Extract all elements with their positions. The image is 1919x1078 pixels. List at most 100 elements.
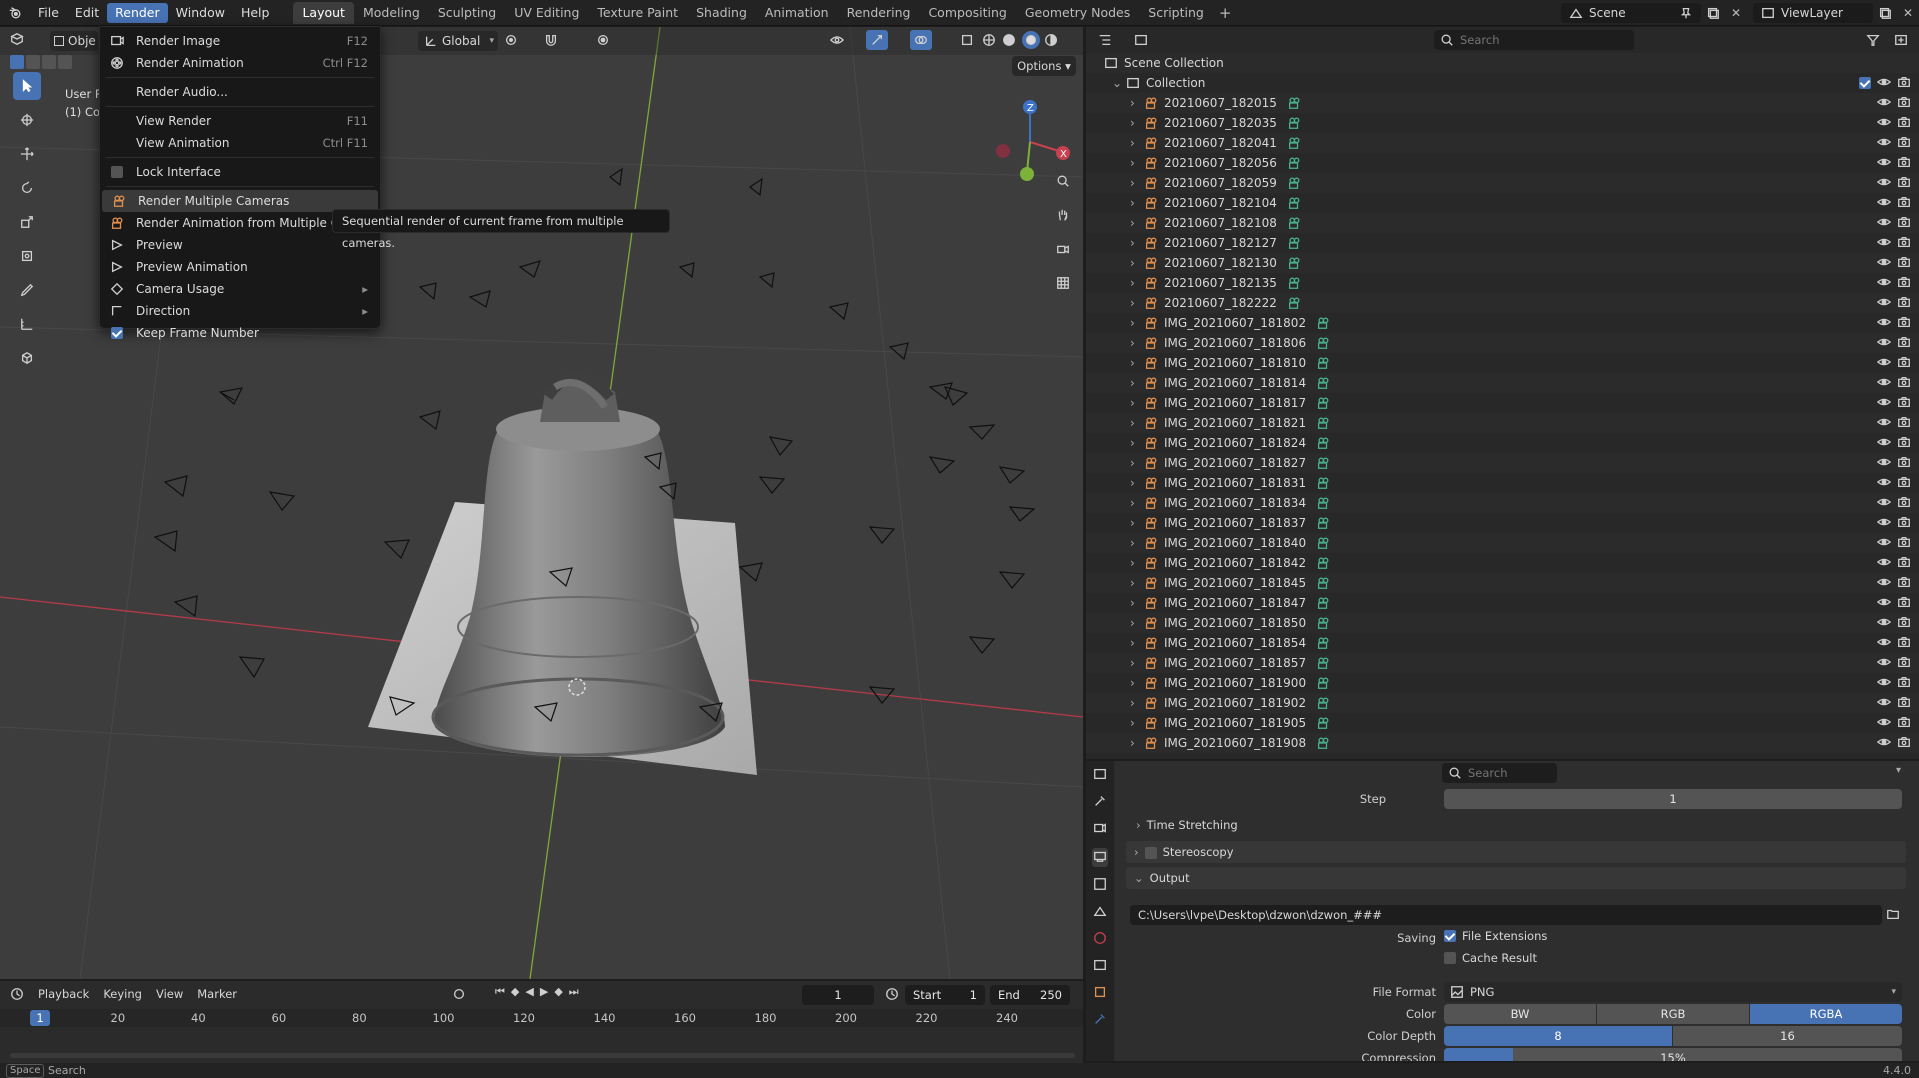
- visibility-eye-icon[interactable]: [1877, 215, 1891, 232]
- expand-arrow-icon[interactable]: ›: [1130, 156, 1144, 170]
- start-frame-field[interactable]: Start 1: [905, 985, 985, 1005]
- expand-arrow-icon[interactable]: ›: [1130, 616, 1144, 630]
- expand-arrow-icon[interactable]: ›: [1130, 636, 1144, 650]
- camera-data-icon[interactable]: [1287, 156, 1301, 170]
- outliner-object-row[interactable]: › IMG_20210607_181814: [1086, 373, 1919, 393]
- tab-animation[interactable]: Animation: [756, 2, 838, 24]
- time-stretching-panel[interactable]: › Time Stretching: [1136, 814, 1906, 836]
- outliner-object-row[interactable]: › IMG_20210607_181842: [1086, 553, 1919, 573]
- color-depth-16[interactable]: 16: [1673, 1026, 1902, 1046]
- camera-data-icon[interactable]: [1287, 216, 1301, 230]
- transform-tool[interactable]: [13, 242, 41, 270]
- visibility-eye-icon[interactable]: [1877, 515, 1891, 532]
- overlay-toggle-icon[interactable]: [910, 30, 932, 50]
- outliner-object-row[interactable]: › 20210607_182035: [1086, 113, 1919, 133]
- render-camera-icon[interactable]: [1897, 455, 1911, 472]
- render-camera-icon[interactable]: [1897, 695, 1911, 712]
- visibility-eye-icon[interactable]: [1877, 275, 1891, 292]
- compression-slider[interactable]: 15%: [1444, 1048, 1902, 1061]
- camera-data-icon[interactable]: [1316, 436, 1330, 450]
- shading-wireframe-icon[interactable]: [982, 33, 996, 50]
- outliner-object-row[interactable]: › 20210607_182130: [1086, 253, 1919, 273]
- outliner-object-row[interactable]: › 20210607_182108: [1086, 213, 1919, 233]
- expand-arrow-icon[interactable]: ›: [1130, 116, 1144, 130]
- camera-view-icon[interactable]: [1049, 235, 1077, 263]
- outliner-object-row[interactable]: › IMG_20210607_181847: [1086, 593, 1919, 613]
- shading-material-icon[interactable]: [1022, 31, 1040, 49]
- rotate-tool[interactable]: [13, 174, 41, 202]
- visibility-eye-icon[interactable]: [1877, 95, 1891, 112]
- camera-data-icon[interactable]: [1316, 676, 1330, 690]
- camera-data-icon[interactable]: [1316, 696, 1330, 710]
- camera-data-icon[interactable]: [1316, 516, 1330, 530]
- expand-arrow-icon[interactable]: ›: [1130, 556, 1144, 570]
- render-camera-icon[interactable]: [1897, 115, 1911, 132]
- camera-data-icon[interactable]: [1287, 296, 1301, 310]
- render-camera-icon[interactable]: [1897, 75, 1911, 92]
- outliner-object-row[interactable]: › IMG_20210607_181905: [1086, 713, 1919, 733]
- menu-help[interactable]: Help: [233, 3, 278, 23]
- outliner-object-row[interactable]: › IMG_20210607_181854: [1086, 633, 1919, 653]
- copy-scene-icon[interactable]: [1701, 6, 1725, 20]
- outliner-object-row[interactable]: › 20210607_182135: [1086, 273, 1919, 293]
- expand-arrow-icon[interactable]: ›: [1130, 716, 1144, 730]
- add-workspace-icon[interactable]: +: [1213, 4, 1238, 22]
- render-camera-icon[interactable]: [1897, 175, 1911, 192]
- expand-arrow-icon[interactable]: ›: [1130, 436, 1144, 450]
- expand-arrow-icon[interactable]: ›: [1130, 256, 1144, 270]
- folder-browse-icon[interactable]: [1886, 907, 1900, 924]
- menu-preview[interactable]: Preview: [100, 234, 380, 256]
- remove-viewlayer-icon[interactable]: ✕: [1897, 6, 1919, 20]
- shading-rendered-icon[interactable]: [1044, 33, 1058, 50]
- visibility-eye-icon[interactable]: [1877, 675, 1891, 692]
- visibility-eye-icon[interactable]: [1877, 315, 1891, 332]
- color-depth-8[interactable]: 8: [1444, 1026, 1672, 1046]
- menu-camera-usage[interactable]: Camera Usage ▸: [100, 278, 380, 300]
- snap-icon[interactable]: [544, 33, 558, 50]
- pin-icon[interactable]: [1679, 6, 1693, 20]
- exclude-checkbox[interactable]: [1859, 77, 1871, 89]
- outliner-search[interactable]: [1434, 30, 1634, 50]
- render-camera-icon[interactable]: [1897, 375, 1911, 392]
- timeline-menu-marker[interactable]: Marker: [197, 987, 237, 1001]
- modifier-tab-icon[interactable]: [1093, 1012, 1107, 1029]
- visibility-eye-icon[interactable]: [1877, 235, 1891, 252]
- render-camera-icon[interactable]: [1897, 255, 1911, 272]
- visibility-eye-icon[interactable]: [1877, 195, 1891, 212]
- outliner-object-row[interactable]: › IMG_20210607_181806: [1086, 333, 1919, 353]
- expand-arrow-icon[interactable]: ›: [1130, 576, 1144, 590]
- mode-selector[interactable]: Obje: [50, 31, 98, 51]
- properties-search-input[interactable]: [1468, 766, 1548, 780]
- menu-file[interactable]: File: [30, 3, 67, 23]
- render-tab-icon[interactable]: [1093, 821, 1107, 838]
- render-camera-icon[interactable]: [1897, 675, 1911, 692]
- shading-solid-icon[interactable]: [1002, 33, 1016, 50]
- render-camera-icon[interactable]: [1897, 735, 1911, 752]
- xray-icon[interactable]: [960, 33, 974, 50]
- play-icon[interactable]: ▶: [540, 985, 548, 999]
- visibility-eye-icon[interactable]: [1877, 615, 1891, 632]
- stereoscopy-panel[interactable]: › Stereoscopy: [1126, 841, 1906, 863]
- timeline-scrollbar[interactable]: [10, 1053, 1075, 1058]
- visibility-eye-icon[interactable]: [1877, 135, 1891, 152]
- expand-arrow-icon[interactable]: ›: [1130, 96, 1144, 110]
- expand-arrow-icon[interactable]: ›: [1130, 396, 1144, 410]
- gizmo-toggle-icon[interactable]: [866, 30, 888, 50]
- camera-data-icon[interactable]: [1316, 736, 1330, 750]
- measure-tool[interactable]: [13, 310, 41, 338]
- camera-data-icon[interactable]: [1316, 556, 1330, 570]
- jump-end-icon[interactable]: ⏭: [569, 985, 579, 999]
- visibility-eye-icon[interactable]: [1877, 495, 1891, 512]
- render-camera-icon[interactable]: [1897, 475, 1911, 492]
- preview-range-icon[interactable]: [885, 987, 899, 1004]
- visibility-eye-icon[interactable]: [1877, 415, 1891, 432]
- tab-rendering[interactable]: Rendering: [838, 2, 920, 24]
- render-camera-icon[interactable]: [1897, 555, 1911, 572]
- outliner-object-row[interactable]: › IMG_20210607_181824: [1086, 433, 1919, 453]
- add-cube-tool[interactable]: [13, 344, 41, 372]
- collection-row[interactable]: ⌄ Collection: [1086, 73, 1919, 93]
- expand-arrow-icon[interactable]: ›: [1130, 656, 1144, 670]
- outliner-object-row[interactable]: › IMG_20210607_181821: [1086, 413, 1919, 433]
- prev-keyframe-icon[interactable]: ◆: [511, 985, 519, 999]
- menu-edit[interactable]: Edit: [67, 3, 107, 23]
